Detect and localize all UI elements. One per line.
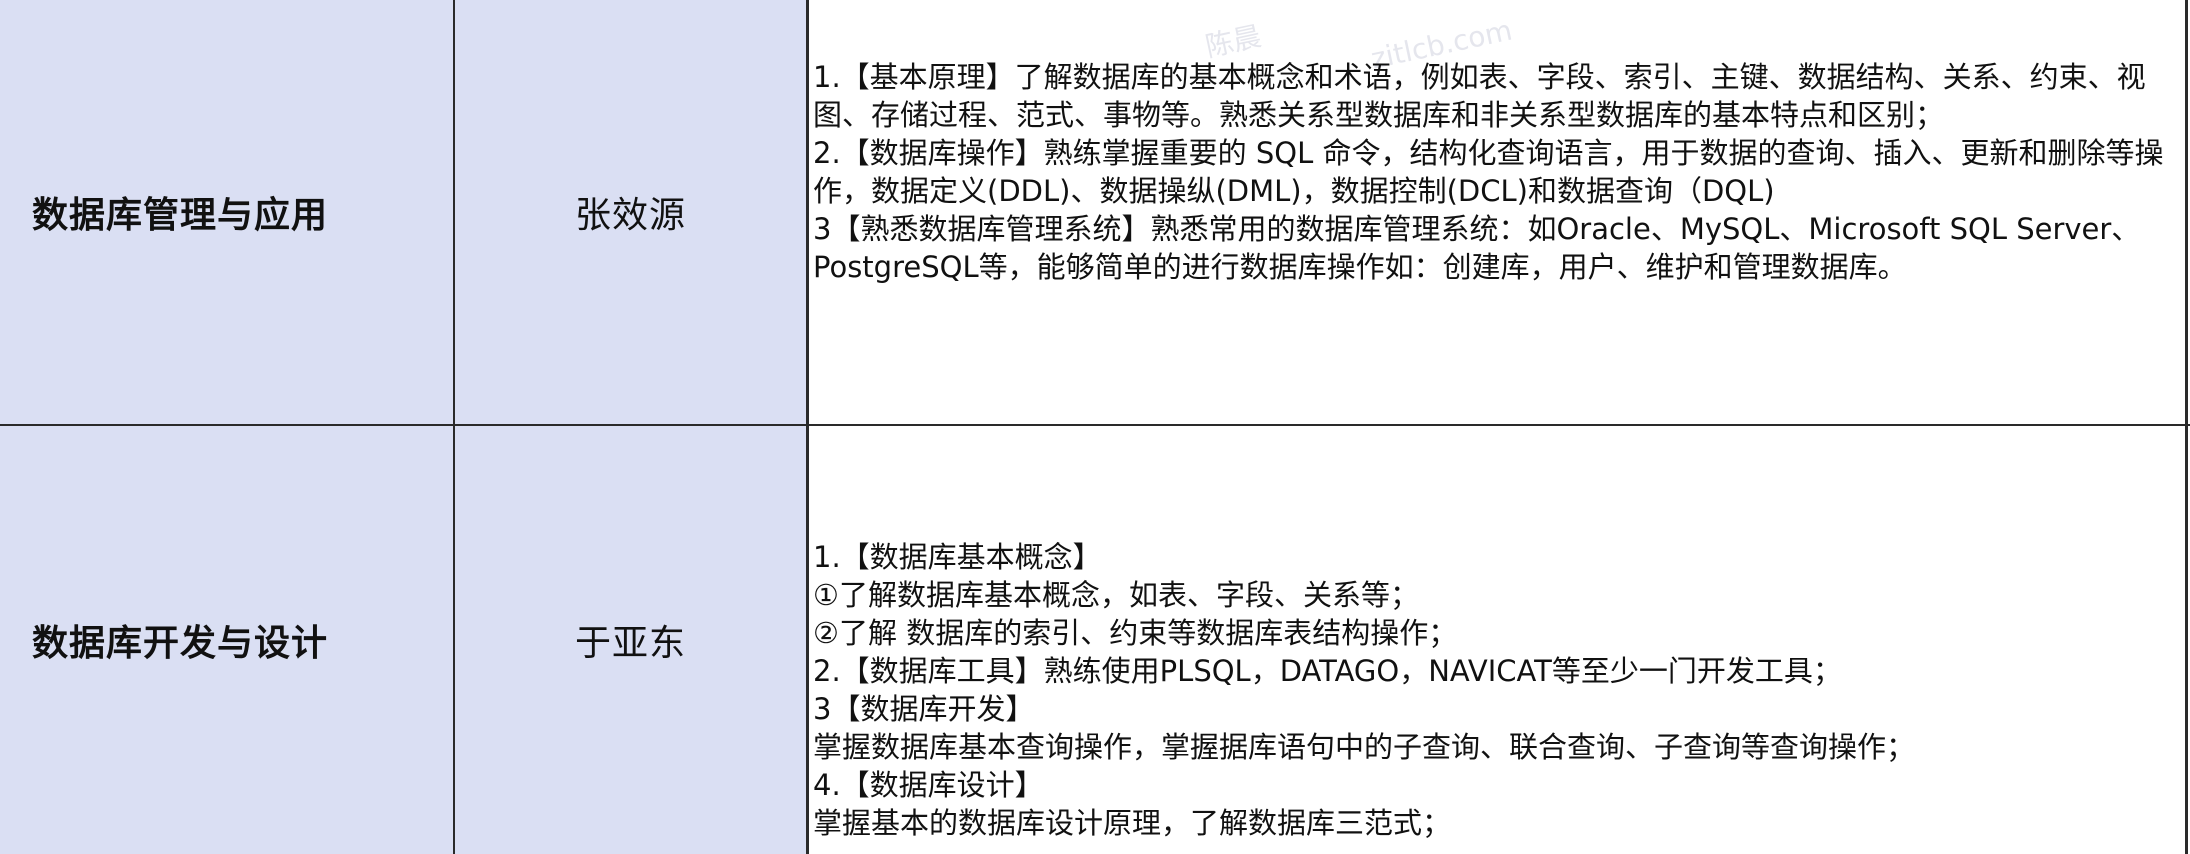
- owner-name: 张效源: [574, 195, 686, 236]
- owner-name: 于亚东: [574, 623, 686, 664]
- table-row-2-description-cell[interactable]: 1.【数据库基本概念】 ①了解数据库基本概念，如表、字段、关系等； ②了解 数据…: [809, 426, 2185, 854]
- column-divider: [2185, 0, 2188, 854]
- description-line: 3【熟悉数据库管理系统】熟悉常用的数据库管理系统：如Oracle、MySQL、M…: [813, 212, 2141, 284]
- table-row-1-description-cell[interactable]: 1.【基本原理】了解数据库的基本概念和术语，例如表、字段、索引、主键、数据结构、…: [809, 0, 2185, 424]
- description-line: 2.【数据库工具】熟练使用PLSQL，DATAGO，NAVICAT等至少一门开发…: [813, 654, 1842, 688]
- description-text: 1.【数据库基本概念】 ①了解数据库基本概念，如表、字段、关系等； ②了解 数据…: [813, 538, 1915, 842]
- description-line: 3【数据库开发】: [813, 692, 1035, 726]
- spreadsheet-view: 陈晨 zitlcb.com 数据库管理与应用 张效源 1.【基本原理】了解数据库…: [0, 0, 2190, 854]
- column-divider: [806, 0, 809, 854]
- row-divider: [0, 424, 2190, 426]
- description-line: 1.【基本原理】了解数据库的基本概念和术语，例如表、字段、索引、主键、数据结构、…: [813, 60, 2146, 132]
- table-row-2-module-cell[interactable]: 数据库开发与设计: [0, 426, 453, 854]
- description-line: 4.【数据库设计】: [813, 768, 1044, 802]
- description-line: 掌握基本的数据库设计原理，了解数据库三范式；: [813, 806, 1452, 840]
- description-line: ①了解数据库基本概念，如表、字段、关系等；: [813, 578, 1419, 612]
- description-line: 2.【数据库操作】熟练掌握重要的 SQL 命令，结构化查询语言，用于数据的查询、…: [813, 136, 2164, 208]
- table-row-2-owner-cell[interactable]: 于亚东: [455, 426, 806, 854]
- description-line: 掌握数据库基本查询操作，掌握据库语句中的子查询、联合查询、子查询等查询操作；: [813, 730, 1916, 764]
- description-text: 1.【基本原理】了解数据库的基本概念和术语，例如表、字段、索引、主键、数据结构、…: [813, 58, 2179, 286]
- column-divider: [453, 0, 455, 854]
- module-name: 数据库开发与设计: [32, 623, 329, 664]
- table-row-1-owner-cell[interactable]: 张效源: [455, 0, 806, 424]
- module-name: 数据库管理与应用: [32, 195, 329, 236]
- table-row-1-module-cell[interactable]: 数据库管理与应用: [0, 0, 453, 424]
- description-line: 1.【数据库基本概念】: [813, 540, 1102, 574]
- description-line: ②了解 数据库的索引、约束等数据库表结构操作；: [813, 616, 1458, 650]
